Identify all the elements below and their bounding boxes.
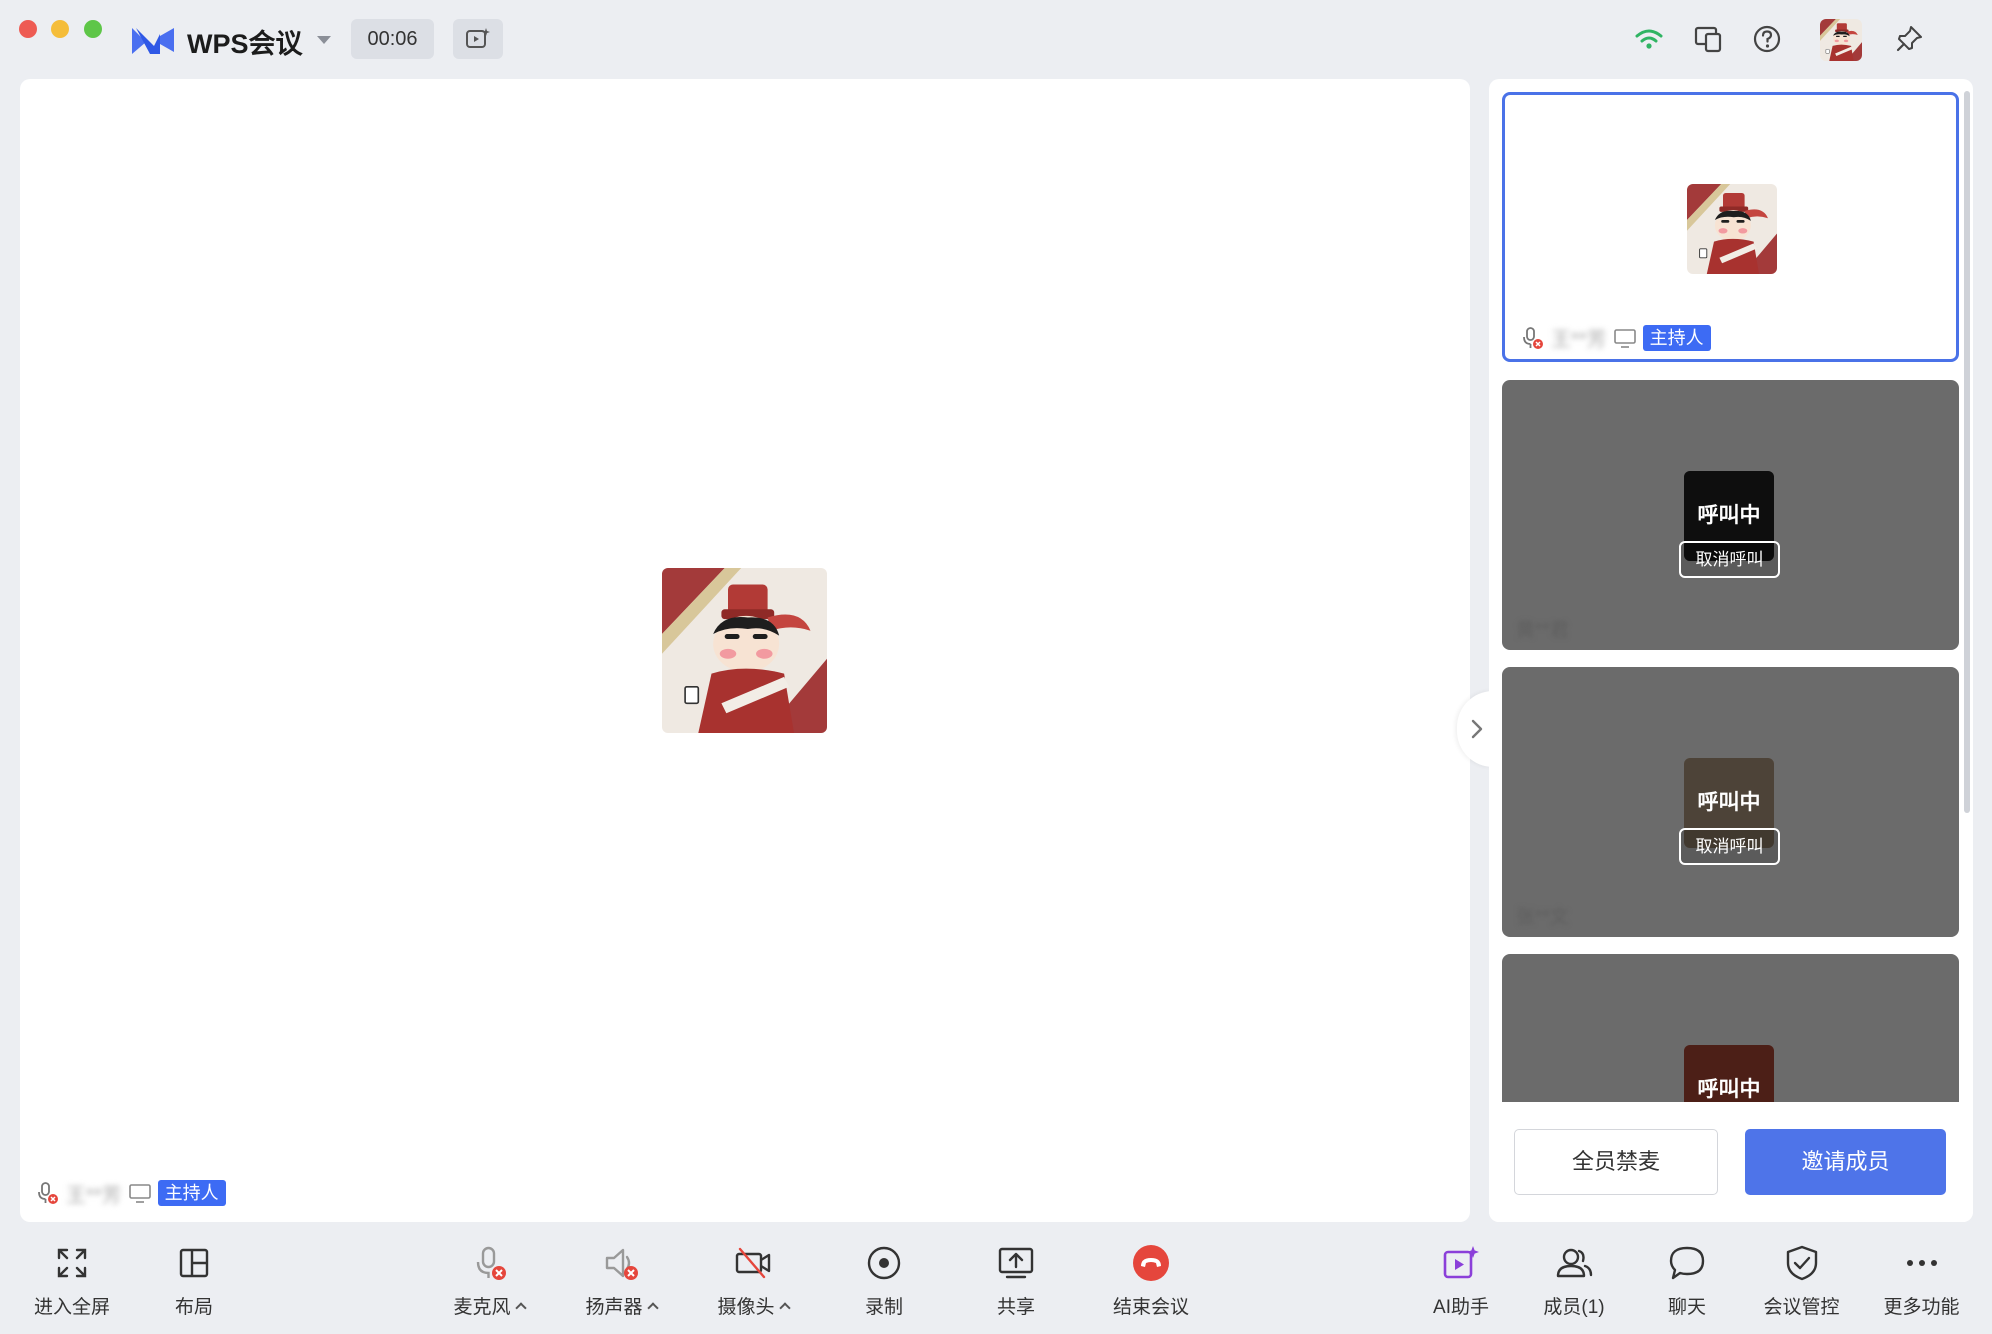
screen-icon: [1613, 328, 1636, 348]
chat-label: 聊天: [1667, 1297, 1706, 1318]
wps-meeting-logo-icon: [132, 28, 174, 54]
share-label: 共享: [996, 1297, 1035, 1318]
camera-label: 摄像头: [717, 1297, 775, 1318]
pin-icon[interactable]: [1892, 22, 1926, 56]
participants-footer: 全员禁麦 邀请成员: [1489, 1102, 1973, 1222]
meeting-toolbar: 进入全屏 布局 麦克风 扬声器 摄像头 录制 共享 结束会议 AI助手 成员(1…: [0, 1222, 1992, 1334]
video-spark-icon: [466, 28, 490, 48]
chevron-up-icon[interactable]: [646, 1302, 659, 1314]
record-button[interactable]: 录制: [834, 1244, 934, 1324]
title-bar: WPS会议 00:06: [0, 0, 1992, 78]
mic-muted-icon: [38, 1182, 58, 1204]
speaker-label: 扬声器: [585, 1297, 643, 1318]
participant-tile-calling[interactable]: 呼叫中 取消呼叫 张**文: [1502, 667, 1959, 937]
end-meeting-label: 结束会议: [1112, 1297, 1189, 1318]
participant-avatar: [1687, 184, 1777, 274]
collapse-panel-toggle[interactable]: [1457, 691, 1493, 767]
participant-name: 黄**君: [1516, 620, 1569, 641]
microphone-button[interactable]: 麦克风: [438, 1244, 540, 1324]
ai-assistant-button[interactable]: AI助手: [1411, 1244, 1511, 1324]
layout-label: 布局: [174, 1297, 213, 1318]
chevron-down-icon[interactable]: [317, 36, 331, 44]
meeting-timer: 00:06: [351, 19, 434, 59]
fullscreen-button[interactable]: 进入全屏: [22, 1244, 122, 1324]
end-meeting-button[interactable]: 结束会议: [1100, 1244, 1202, 1324]
host-badge: 主持人: [1642, 324, 1711, 351]
help-icon[interactable]: [1750, 22, 1784, 56]
share-screen-icon: [998, 1247, 1034, 1279]
main-video-area[interactable]: 王**芳 主持人: [20, 79, 1493, 1222]
participant-name: 张**文: [1516, 907, 1569, 928]
more-functions-button[interactable]: 更多功能: [1870, 1244, 1973, 1324]
speaker-namebar: 王**芳 主持人: [36, 1179, 226, 1207]
chevron-up-icon[interactable]: [514, 1302, 527, 1314]
participant-tile-calling[interactable]: 呼叫中 取消呼叫 黄**君: [1502, 380, 1959, 650]
camera-button[interactable]: 摄像头: [702, 1244, 804, 1324]
invite-members-button[interactable]: 邀请成员: [1745, 1129, 1946, 1195]
app-title[interactable]: WPS会议: [187, 22, 303, 61]
record-label: 录制: [864, 1297, 903, 1318]
speaker-button[interactable]: 扬声器: [570, 1244, 672, 1324]
multi-device-icon[interactable]: [1692, 22, 1726, 56]
mute-all-button[interactable]: 全员禁麦: [1514, 1129, 1718, 1195]
window-maximize-button[interactable]: [84, 20, 102, 38]
mic-muted-icon: [476, 1246, 506, 1280]
speaker-avatar: [662, 568, 827, 733]
chat-button[interactable]: 聊天: [1637, 1244, 1737, 1324]
cancel-call-button[interactable]: 取消呼叫: [1679, 541, 1780, 578]
chevron-up-icon[interactable]: [778, 1302, 791, 1314]
more-functions-label: 更多功能: [1883, 1297, 1960, 1318]
window-close-button[interactable]: [19, 20, 37, 38]
participants-panel: 王**芳 主持人 呼叫中 取消呼叫 黄**君 呼叫中 取消呼叫 张**文 呼叫中…: [1489, 79, 1973, 1222]
chat-bubble-icon: [1669, 1246, 1705, 1280]
screen-icon: [128, 1184, 151, 1203]
microphone-label: 麦克风: [453, 1297, 511, 1318]
meeting-control-label: 会议管控: [1763, 1297, 1840, 1318]
speaker-muted-icon: [605, 1248, 638, 1280]
shield-check-icon: [1786, 1245, 1817, 1281]
members-label: 成员(1): [1543, 1297, 1605, 1318]
record-icon: [867, 1246, 901, 1280]
cancel-call-button[interactable]: 取消呼叫: [1679, 828, 1780, 865]
fullscreen-label: 进入全屏: [33, 1297, 110, 1318]
ai-assistant-label: AI助手: [1433, 1297, 1489, 1318]
mic-muted-icon: [1523, 326, 1543, 349]
members-icon: [1556, 1248, 1593, 1278]
ai-assistant-icon: [1443, 1246, 1479, 1279]
host-badge: 主持人: [157, 1180, 226, 1206]
members-button[interactable]: 成员(1): [1524, 1244, 1624, 1324]
participant-tiles[interactable]: 王**芳 主持人 呼叫中 取消呼叫 黄**君 呼叫中 取消呼叫 张**文 呼叫中: [1489, 79, 1973, 1102]
camera-off-icon: [735, 1247, 771, 1279]
meeting-control-button[interactable]: 会议管控: [1750, 1244, 1853, 1324]
layout-button[interactable]: 布局: [144, 1244, 244, 1324]
participant-tile-calling[interactable]: 呼叫中: [1502, 954, 1959, 1102]
speaker-name: 王**芳: [66, 1184, 122, 1207]
layout-icon: [179, 1248, 209, 1278]
screen-record-button[interactable]: [453, 19, 503, 59]
share-button[interactable]: 共享: [966, 1244, 1066, 1324]
window-minimize-button[interactable]: [51, 20, 69, 38]
wifi-icon[interactable]: [1632, 22, 1666, 56]
self-name: 王**芳: [1551, 329, 1607, 351]
chevron-right-icon: [1471, 719, 1483, 739]
more-dots-icon: [1906, 1260, 1937, 1266]
hang-up-icon: [1133, 1245, 1169, 1281]
calling-status: 呼叫中: [1684, 1045, 1774, 1102]
user-avatar[interactable]: [1820, 19, 1862, 61]
participant-tile-self[interactable]: 王**芳 主持人: [1502, 92, 1959, 362]
participants-scrollbar[interactable]: [1964, 91, 1970, 813]
participant-avatar: 呼叫中: [1684, 1045, 1774, 1102]
self-namebar: 王**芳 主持人: [1521, 323, 1711, 352]
fullscreen-icon: [57, 1248, 87, 1278]
